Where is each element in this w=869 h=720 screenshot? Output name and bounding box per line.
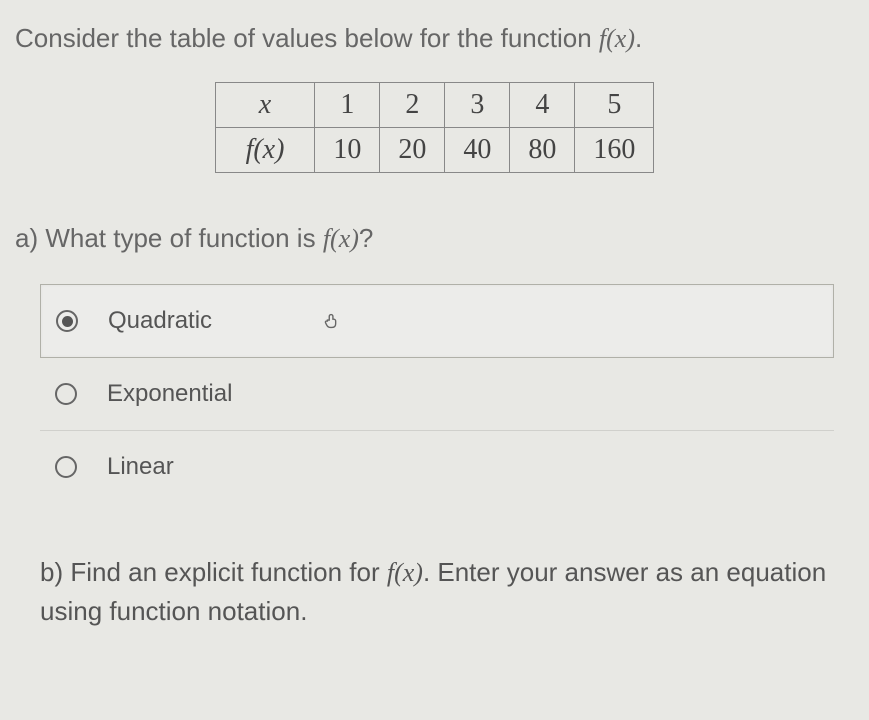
- table-cell: 5: [575, 83, 654, 128]
- part-a-label: a) What type of function is f(x)?: [15, 223, 854, 254]
- radio-quadratic[interactable]: [56, 310, 78, 332]
- option-label: Quadratic: [108, 307, 212, 335]
- question-prompt: Consider the table of values below for t…: [15, 20, 854, 57]
- radio-exponential[interactable]: [55, 383, 77, 405]
- part-a-fx: f(x): [323, 224, 359, 253]
- values-table-wrapper: x 1 2 3 4 5 f(x) 10 20 40 80 160: [15, 82, 854, 173]
- table-cell: 10: [315, 128, 380, 173]
- option-linear[interactable]: Linear: [40, 431, 834, 503]
- radio-linear[interactable]: [55, 456, 77, 478]
- values-table: x 1 2 3 4 5 f(x) 10 20 40 80 160: [215, 82, 655, 173]
- prompt-fx: f(x): [599, 24, 635, 53]
- table-cell: 160: [575, 128, 654, 173]
- table-cell: 80: [510, 128, 575, 173]
- table-cell: 2: [380, 83, 445, 128]
- table-row: x 1 2 3 4 5: [215, 83, 654, 128]
- radio-options: Quadratic Exponential Linear: [40, 284, 834, 503]
- part-a-suffix: ?: [359, 223, 373, 253]
- row-header-fx: f(x): [215, 128, 315, 173]
- table-cell: 20: [380, 128, 445, 173]
- part-a-prefix: a) What type of function is: [15, 223, 323, 253]
- table-cell: 40: [445, 128, 510, 173]
- prompt-text-prefix: Consider the table of values below for t…: [15, 23, 599, 53]
- table-row: f(x) 10 20 40 80 160: [215, 128, 654, 173]
- option-quadratic[interactable]: Quadratic: [40, 284, 834, 358]
- option-exponential[interactable]: Exponential: [40, 358, 834, 431]
- table-cell: 1: [315, 83, 380, 128]
- option-label: Exponential: [107, 380, 232, 408]
- table-cell: 3: [445, 83, 510, 128]
- pointer-cursor-icon: [321, 310, 343, 332]
- part-b-label: b) Find an explicit function for f(x). E…: [15, 553, 854, 631]
- row-header-x: x: [215, 83, 315, 128]
- option-label: Linear: [107, 453, 174, 481]
- part-b-prefix: b) Find an explicit function for: [40, 557, 387, 587]
- part-b-fx: f(x): [387, 558, 423, 587]
- table-cell: 4: [510, 83, 575, 128]
- prompt-text-suffix: .: [635, 23, 642, 53]
